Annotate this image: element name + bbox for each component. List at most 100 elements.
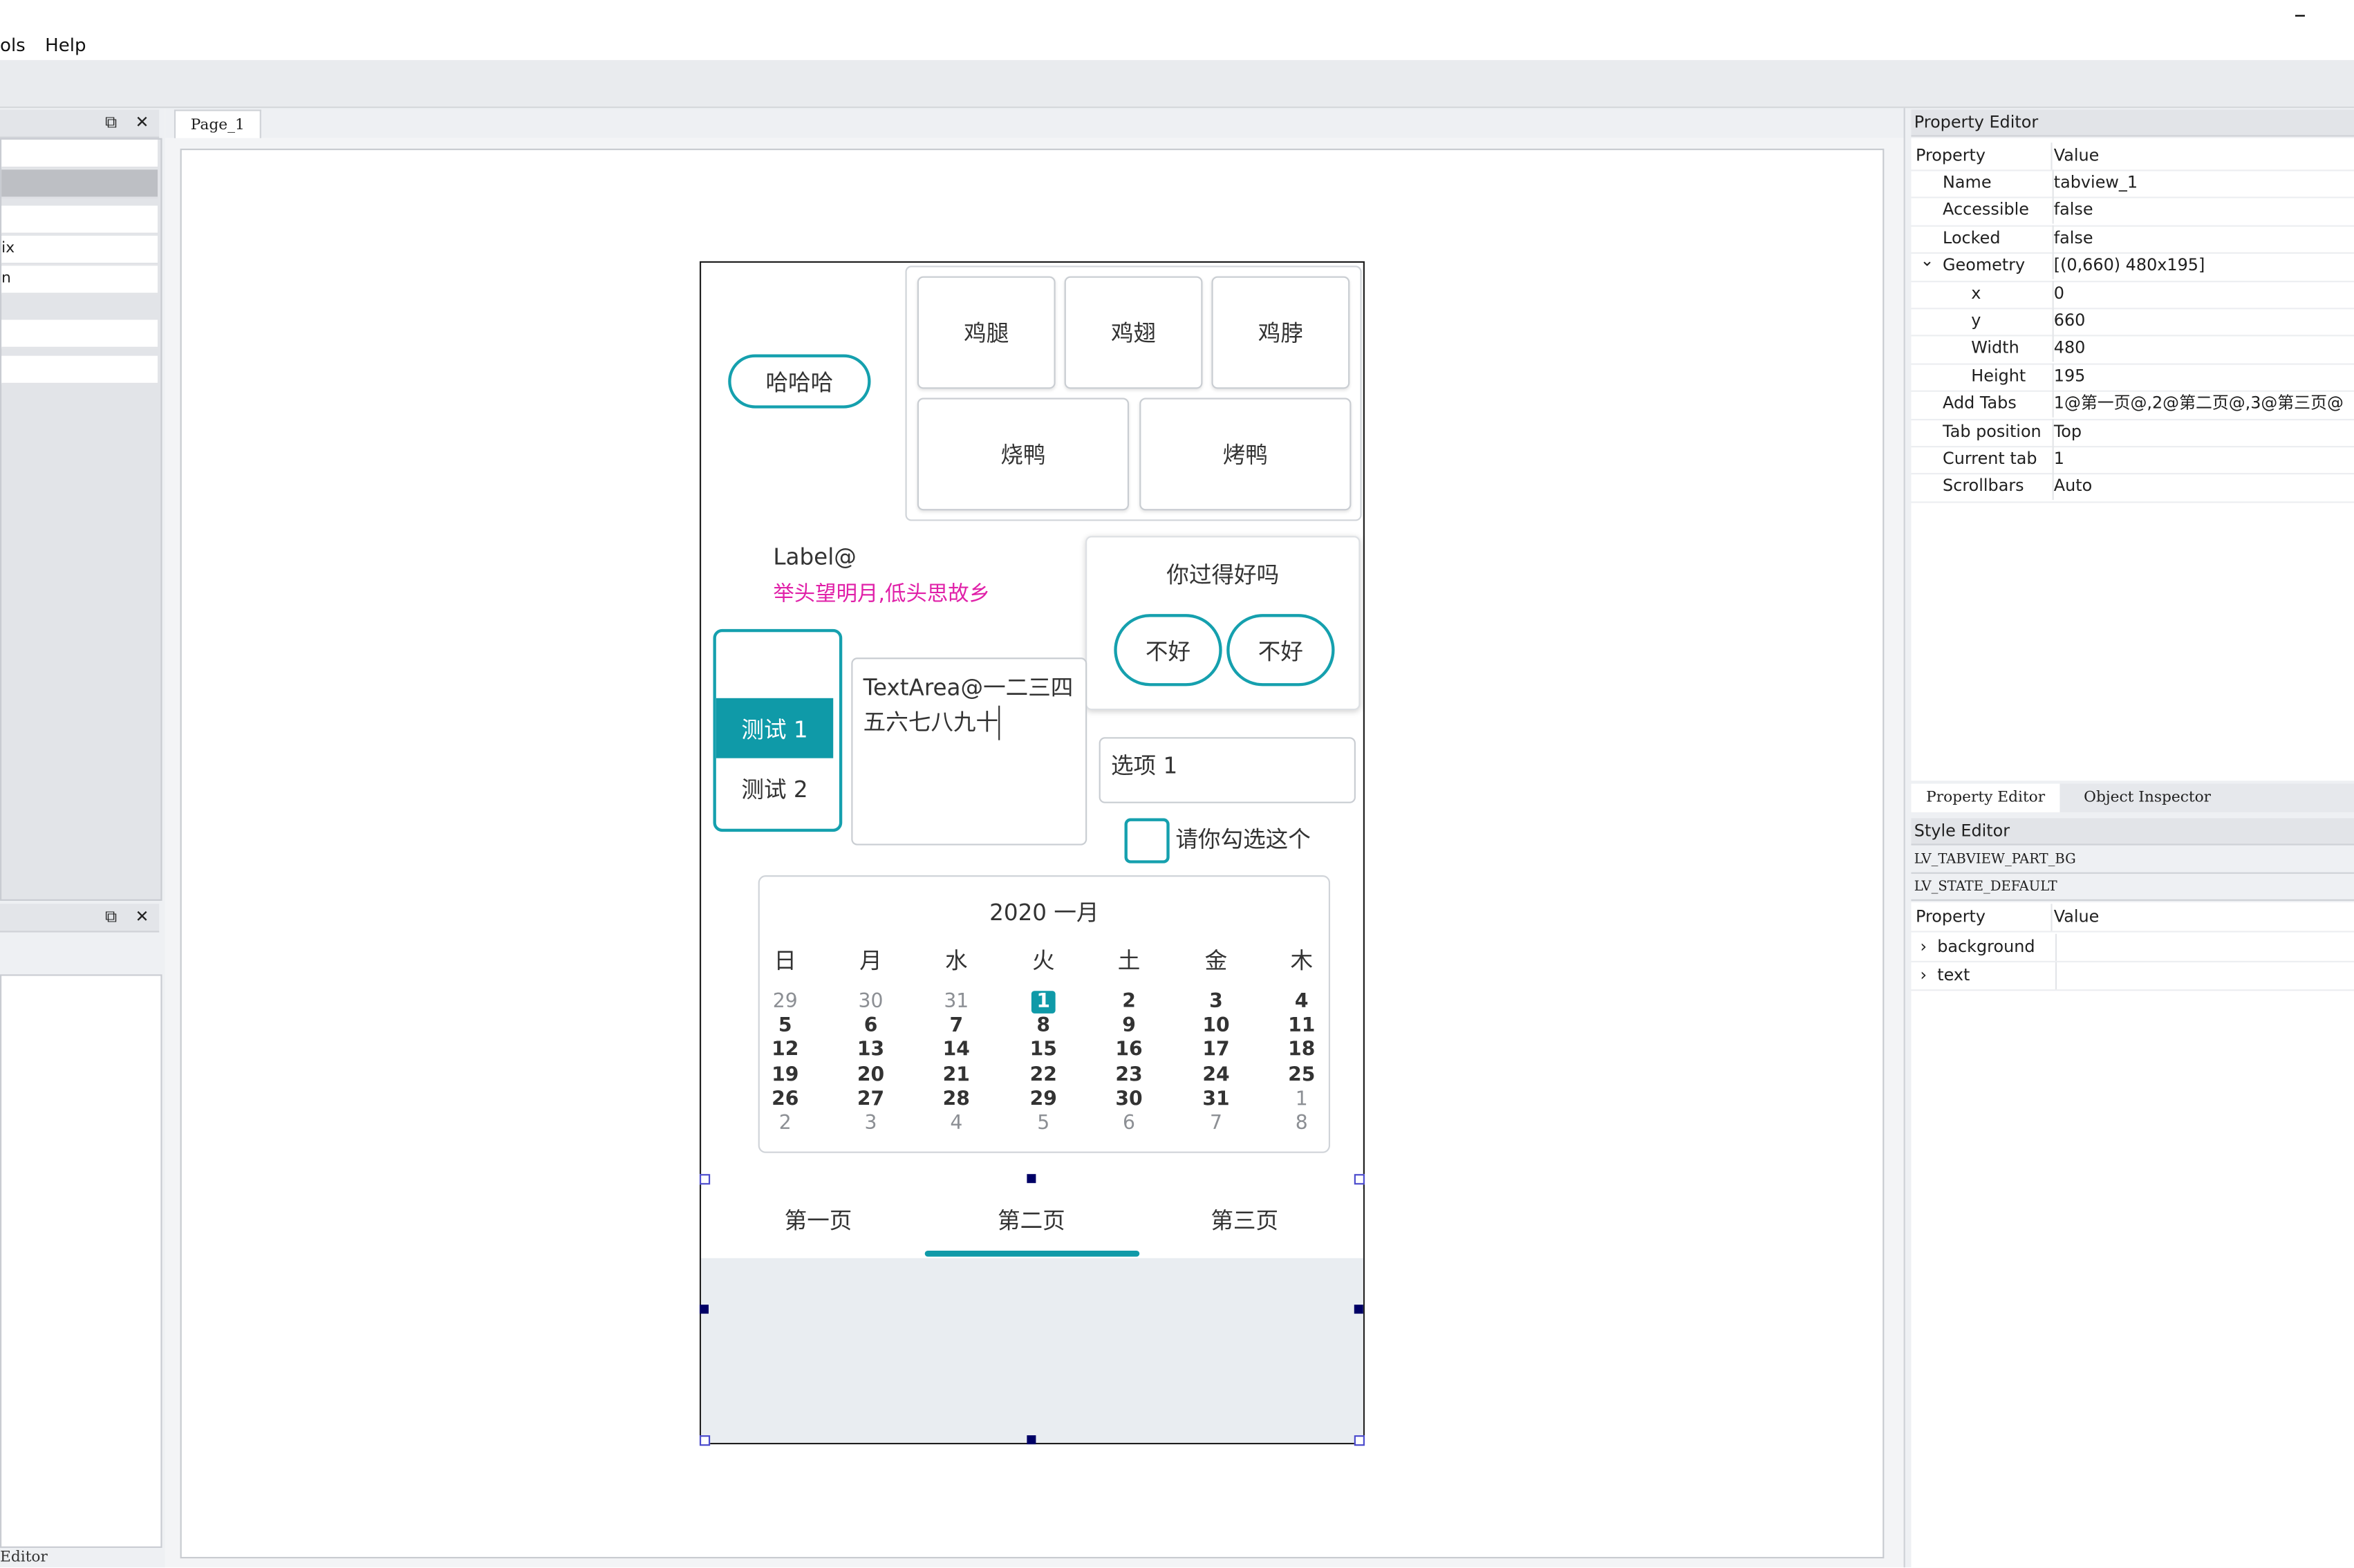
calendar-day[interactable]: 14 [926, 1040, 987, 1064]
style-row[interactable]: › background [1911, 933, 2354, 963]
calendar-day[interactable]: 11 [1271, 1015, 1332, 1039]
style-state[interactable]: LV_STATE_DEFAULT [1911, 875, 2354, 901]
resize-handle[interactable] [1027, 1435, 1036, 1445]
calendar-day[interactable]: 8 [1013, 1015, 1074, 1039]
property-value[interactable]: false [2054, 225, 2354, 252]
property-row[interactable]: Height 195 [1911, 363, 2354, 393]
calendar-day[interactable]: 24 [1186, 1064, 1246, 1088]
calendar-day[interactable]: 23 [1099, 1064, 1159, 1088]
matrix-button[interactable]: 鸡腿 [917, 276, 1056, 389]
calendar-day[interactable]: 29 [1013, 1088, 1074, 1112]
style-row[interactable]: › text [1911, 962, 2354, 992]
calendar-day[interactable]: 28 [926, 1088, 987, 1112]
calendar-day[interactable]: 25 [1271, 1064, 1332, 1088]
tab-object-inspector[interactable]: Object Inspector [2068, 784, 2225, 812]
tabview-tab[interactable]: 第一页 [711, 1204, 924, 1236]
close-icon[interactable]: ✕ [135, 113, 149, 132]
calendar-day[interactable]: 1 [1013, 991, 1074, 1015]
calendar-day[interactable]: 5 [755, 1015, 815, 1039]
property-value[interactable]: tabview_1 [2054, 169, 2354, 196]
calendar-day[interactable]: 13 [841, 1040, 901, 1064]
calendar-day[interactable]: 12 [755, 1040, 815, 1064]
float-icon[interactable]: ⧉ [105, 907, 117, 928]
property-row[interactable]: Width 480 [1911, 335, 2354, 365]
property-row[interactable]: Add Tabs 1@第一页@,2@第二页@,3@第三页@ [1911, 391, 2354, 420]
list-item[interactable]: ix [1, 235, 158, 265]
property-row[interactable]: Tab position Top [1911, 418, 2354, 448]
calendar-day[interactable]: 21 [926, 1064, 987, 1088]
calendar-day[interactable]: 26 [755, 1088, 815, 1112]
calendar-day[interactable]: 18 [1271, 1040, 1332, 1064]
property-value[interactable]: 1@第一页@,2@第二页@,3@第三页@ [2054, 391, 2354, 418]
list-item[interactable] [1, 139, 158, 169]
calendar-day[interactable]: 4 [926, 1112, 987, 1137]
list-item[interactable] [1, 355, 158, 384]
roller-option-selected[interactable]: 测试 1 [716, 713, 833, 745]
resize-handle[interactable] [1027, 1174, 1036, 1184]
page-tab[interactable]: Page_1 [174, 109, 261, 140]
calendar-day[interactable]: 6 [841, 1015, 901, 1039]
calendar-day[interactable]: 3 [1186, 991, 1246, 1015]
property-value[interactable]: [(0,660) 480x195] [2054, 252, 2354, 279]
tabview-tab[interactable]: 第三页 [1138, 1204, 1351, 1236]
calendar-day[interactable]: 7 [1186, 1112, 1246, 1137]
calendar-day[interactable]: 2 [1099, 991, 1159, 1015]
calendar-day[interactable]: 29 [755, 991, 815, 1015]
resize-handle[interactable] [699, 1305, 709, 1314]
round-button[interactable]: 哈哈哈 [728, 354, 871, 409]
calendar-day[interactable]: 6 [1099, 1112, 1159, 1137]
text-area[interactable]: TextArea@一二三四 五六七八九十 [851, 657, 1087, 846]
calendar-day[interactable]: 20 [841, 1064, 901, 1088]
roller[interactable]: 测试 1 测试 2 [713, 628, 843, 832]
calendar-day[interactable]: 8 [1271, 1112, 1332, 1137]
calendar-day[interactable]: 22 [1013, 1064, 1074, 1088]
resize-handle[interactable] [1354, 1174, 1365, 1185]
property-value[interactable]: Auto [2054, 474, 2354, 501]
property-value[interactable]: 1 [2054, 446, 2354, 473]
list-item-selected[interactable] [1, 169, 158, 198]
matrix-button[interactable]: 烧鸭 [917, 398, 1130, 511]
message-box-button[interactable]: 不好 [1114, 614, 1222, 687]
calendar-day[interactable]: 27 [841, 1088, 901, 1112]
calendar-day[interactable]: 15 [1013, 1040, 1074, 1064]
calendar-day[interactable]: 19 [755, 1064, 815, 1088]
chevron-right-icon[interactable]: › [1920, 965, 1927, 984]
chevron-right-icon[interactable]: › [1920, 937, 1927, 956]
property-value[interactable]: false [2054, 197, 2354, 224]
list-item[interactable]: n [1, 265, 158, 295]
calendar-day[interactable]: 30 [841, 991, 901, 1015]
resize-handle[interactable] [1354, 1435, 1365, 1446]
calendar-day[interactable]: 31 [1186, 1088, 1246, 1112]
property-value[interactable]: 0 [2054, 280, 2354, 307]
roller-option[interactable]: 测试 2 [716, 773, 833, 805]
tabview-content[interactable] [701, 1258, 1363, 1443]
matrix-button[interactable]: 烤鸭 [1139, 398, 1352, 511]
calendar-day[interactable]: 31 [926, 991, 987, 1015]
calendar-day[interactable]: 7 [926, 1015, 987, 1039]
list-item[interactable] [1, 319, 158, 348]
calendar-day[interactable]: 3 [841, 1112, 901, 1137]
calendar-day[interactable]: 1 [1271, 1088, 1332, 1112]
property-row[interactable]: Name tabview_1 [1911, 169, 2354, 199]
calendar-today[interactable]: 1 [1031, 991, 1055, 1014]
calendar-day[interactable]: 5 [1013, 1112, 1074, 1137]
resize-handle[interactable] [1354, 1305, 1363, 1314]
property-row[interactable]: ⌄ Geometry [(0,660) 480x195] [1911, 251, 2354, 282]
matrix-button[interactable]: 鸡翅 [1064, 276, 1203, 389]
property-row[interactable]: x0 [1911, 280, 2354, 310]
calendar-day[interactable]: 10 [1186, 1015, 1246, 1039]
property-value[interactable]: Top [2054, 418, 2354, 445]
list-item[interactable] [1, 205, 158, 234]
calendar-day[interactable]: 4 [1271, 991, 1332, 1015]
calendar-day[interactable]: 9 [1099, 1015, 1159, 1039]
minimize-button[interactable]: – [2294, 0, 2306, 28]
resize-handle[interactable] [699, 1435, 711, 1446]
checkbox[interactable] [1124, 818, 1170, 864]
chevron-down-icon[interactable]: ⌄ [1920, 248, 1934, 275]
property-value[interactable]: 195 [2054, 363, 2354, 390]
property-value[interactable]: 660 [2054, 308, 2354, 335]
tab-property-editor[interactable]: Property Editor [1911, 783, 2060, 812]
menu-tools[interactable]: ols [0, 35, 26, 55]
property-row[interactable]: Locked false [1911, 225, 2354, 254]
matrix-button[interactable]: 鸡脖 [1211, 276, 1350, 389]
